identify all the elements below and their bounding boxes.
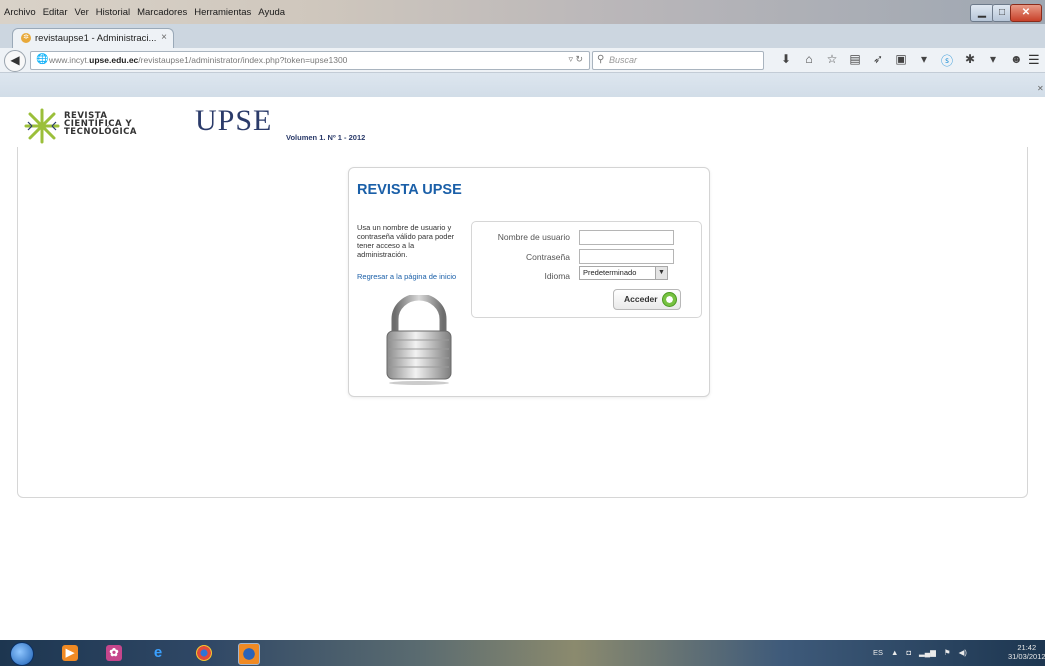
system-tray: ES ▲ ◘ ▂▄▆ ⚑ ◀) (873, 648, 967, 657)
menu-ayuda[interactable]: Ayuda (258, 7, 285, 21)
paint-app-icon[interactable]: ✿ (106, 645, 122, 661)
send-icon[interactable]: ➶ (872, 52, 884, 69)
chevron-down-icon[interactable]: ▼ (655, 267, 667, 279)
search-icon: ⚲ (597, 54, 605, 65)
menu-herramientas[interactable]: Herramientas (194, 7, 251, 21)
back-to-home-link[interactable]: Regresar a la página de inicio (357, 272, 456, 281)
tab-title: revistaupse1 - Administraci... (35, 33, 157, 44)
maximize-icon: □ (998, 7, 1006, 18)
minimize-button[interactable]: ▁ (970, 4, 994, 22)
bookmarks-list-icon[interactable]: ▤ (849, 52, 861, 69)
volume-icon[interactable]: ◀) (959, 648, 967, 657)
internet-explorer-icon[interactable]: e (150, 645, 166, 661)
chrome-icon[interactable] (196, 645, 212, 661)
screenshot-icon[interactable]: ▣ (895, 52, 907, 69)
window-titlebar: Archivo Editar Ver Historial Marcadores … (0, 0, 1045, 24)
addon-icon[interactable]: ✱ (964, 52, 976, 69)
login-title: REVISTA UPSE (357, 182, 462, 198)
go-circle-icon (662, 292, 677, 307)
language-selected-value: Predeterminado (583, 268, 637, 277)
login-help-text: Usa un nombre de usuario y contraseña vá… (357, 223, 455, 259)
bookmarks-close-icon[interactable]: ✕ (1037, 84, 1044, 93)
chat-icon[interactable]: ☻ (1010, 52, 1023, 69)
language-label: Idioma (544, 271, 570, 281)
submit-label: Acceder (624, 294, 658, 304)
padlock-icon (386, 295, 452, 385)
language-select[interactable]: Predeterminado ▼ (579, 266, 668, 280)
browser-tab[interactable]: ✲ revistaupse1 - Administraci... × (12, 28, 174, 49)
search-placeholder: Buscar (609, 55, 638, 65)
dropdown-icon-2[interactable]: ▾ (987, 52, 999, 69)
download-icon[interactable]: ⬇ (780, 52, 792, 69)
login-box: REVISTA UPSE Usa un nombre de usuario y … (348, 167, 710, 397)
taskbar: ▶ ✿ e ES ▲ ◘ ▂▄▆ ⚑ ◀) 21:42 31/03/2012 (0, 640, 1045, 666)
action-center-flag-icon[interactable]: ⚑ (944, 648, 951, 657)
start-button[interactable] (10, 642, 34, 666)
url-text[interactable]: www.incyt.upse.edu.ec/revistaupse1/admin… (49, 55, 347, 65)
username-input[interactable] (579, 230, 674, 245)
password-input[interactable] (579, 249, 674, 264)
minimize-icon: ▁ (978, 7, 986, 18)
close-window-button[interactable]: ✕ (1010, 4, 1042, 22)
password-label: Contraseña (526, 252, 570, 262)
home-icon[interactable]: ⌂ (803, 52, 815, 69)
username-label: Nombre de usuario (497, 232, 570, 242)
hamburger-menu-icon[interactable]: ☰ (1028, 52, 1040, 68)
upse-logo: UPSE (195, 104, 273, 137)
clock-date: 31/03/2012 (1008, 652, 1045, 661)
site-identity-icon[interactable]: 🌐 (36, 54, 48, 65)
clock-time: 21:42 (1017, 643, 1037, 652)
toolbar-icons: ⬇ ⌂ ☆ ▤ ➶ ▣ ▾ ⓢ ✱ ▾ ☻ (780, 52, 1023, 69)
url-bar[interactable]: 🌐 www.incyt.upse.edu.ec/revistaupse1/adm… (30, 51, 590, 70)
bookmarks-bar (0, 73, 1045, 97)
clock[interactable]: 21:42 31/03/2012 (1008, 643, 1045, 661)
maximize-button[interactable]: □ (992, 4, 1012, 22)
menu-marcadores[interactable]: Marcadores (137, 7, 187, 21)
network-icon[interactable]: ◘ (906, 648, 911, 657)
login-form: Nombre de usuario Contraseña Idioma Pred… (471, 221, 702, 318)
menu-historial[interactable]: Historial (96, 7, 130, 21)
reload-icon[interactable]: ▿ ↻ (568, 54, 583, 65)
tab-close-button[interactable]: × (161, 32, 167, 43)
nav-bar: ◀ 🌐 www.incyt.upse.edu.ec/revistaupse1/a… (0, 48, 1045, 73)
signal-icon[interactable]: ▂▄▆ (919, 648, 936, 657)
login-submit-button[interactable]: Acceder (613, 289, 681, 310)
snowflake-logo-icon (24, 108, 60, 144)
dropdown-icon[interactable]: ▾ (918, 52, 930, 69)
tab-strip: ✲ revistaupse1 - Administraci... × + (0, 24, 1045, 67)
search-bar[interactable]: ⚲ Buscar (592, 51, 764, 70)
media-player-icon[interactable]: ▶ (62, 645, 78, 661)
bookmark-star-icon[interactable]: ☆ (826, 52, 838, 69)
menu-archivo[interactable]: Archivo (4, 7, 36, 21)
back-button[interactable]: ◀ (4, 50, 26, 72)
close-icon: ✕ (1021, 7, 1031, 18)
volume-label: Volumen 1. Nº 1 - 2012 (286, 133, 366, 142)
menu-bar: Archivo Editar Ver Historial Marcadores … (4, 7, 285, 21)
journal-logo-text: REVISTA CIENTÍFICA Y TECNOLÓGICA (64, 111, 137, 137)
skype-icon[interactable]: ⓢ (941, 52, 953, 69)
back-arrow-icon: ◀ (10, 53, 20, 67)
tray-arrow-icon[interactable]: ▲ (891, 648, 898, 657)
menu-ver[interactable]: Ver (75, 7, 89, 21)
language-indicator[interactable]: ES (873, 648, 883, 657)
favicon-icon: ✲ (21, 33, 31, 43)
firefox-icon[interactable] (238, 643, 260, 665)
menu-editar[interactable]: Editar (43, 7, 68, 21)
